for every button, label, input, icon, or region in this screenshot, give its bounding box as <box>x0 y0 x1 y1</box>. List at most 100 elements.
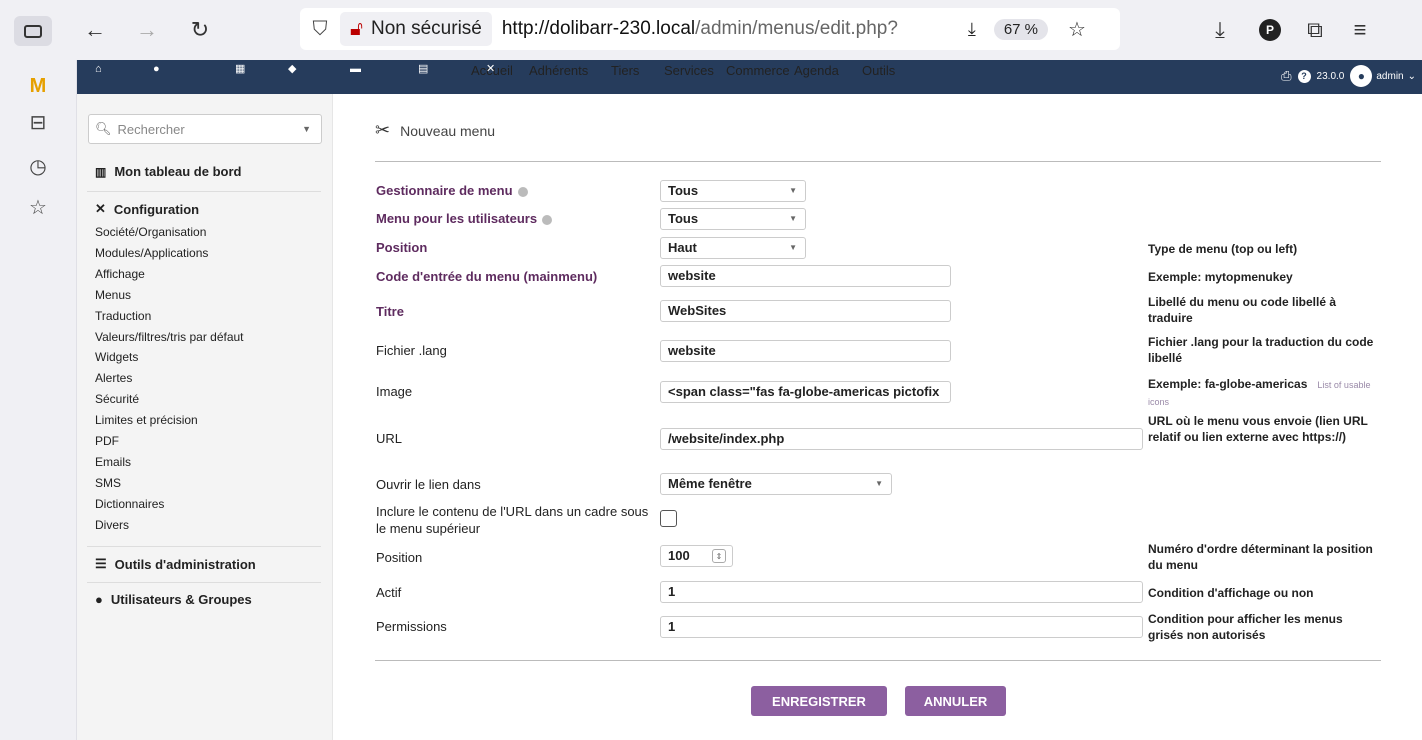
config-submenu-item[interactable]: Alertes <box>95 371 132 385</box>
help-icon[interactable]: ? <box>1297 69 1311 83</box>
config-submenu-item[interactable]: Affichage <box>95 267 145 281</box>
sidebar-toggle-button[interactable] <box>14 16 52 46</box>
open-in-select[interactable]: Même fenêtre ▼ <box>660 473 892 495</box>
permissions-input[interactable]: 1 <box>660 616 1143 638</box>
search-placeholder: Rechercher <box>117 121 185 137</box>
insecure-lock-icon: 🔓︎ <box>350 17 363 40</box>
arrow-left-icon: ← <box>84 17 106 42</box>
shield-icon: ⛉ <box>312 17 328 40</box>
briefcase-icon: ▬ <box>350 63 361 75</box>
config-submenu-item[interactable]: Modules/Applications <box>95 246 208 260</box>
permissions-help: Condition pour afficher les menus grisés… <box>1148 612 1343 642</box>
active-label: Actif <box>376 585 402 600</box>
permissions-label: Permissions <box>376 619 447 634</box>
security-indicator[interactable]: 🔓︎ Non sécurisé <box>340 12 492 46</box>
url-label: URL <box>376 431 403 446</box>
dolibarr-tab-icon[interactable]: M <box>24 72 52 100</box>
topnav-right: ⎙ ? 23.0.0 ● admin ⌄ <box>1281 65 1416 87</box>
config-submenu-item[interactable]: Valeurs/filtres/tris par défaut <box>95 330 244 344</box>
download-icon: ⤓ <box>1215 17 1225 42</box>
menu-users-groups[interactable]: ● Utilisateurs & Groupes <box>95 592 252 607</box>
mainmenu-code-input[interactable]: website <box>660 265 951 287</box>
include-iframe-checkbox[interactable] <box>660 510 677 527</box>
bookmarks-star-icon[interactable]: ☆ <box>24 193 52 221</box>
calendar-icon: ▤ <box>418 63 429 75</box>
menu-for-users-select[interactable]: Tous ▼ <box>660 208 806 230</box>
url-host: http://dolibarr-230.local <box>501 18 696 39</box>
reader-view-icon[interactable]: ⤓ <box>968 19 976 40</box>
menu-divider <box>87 582 321 583</box>
nav-agenda[interactable]: ▤ Agenda <box>418 62 839 78</box>
menu-configuration[interactable]: ✕ Configuration <box>95 201 199 217</box>
url-text: http://dolibarr-230.local/admin/menus/ed… <box>502 18 962 40</box>
address-bar[interactable]: ⛉ 🔓︎ Non sécurisé http://dolibarr-230.lo… <box>300 8 1120 50</box>
lang-file-input[interactable]: website <box>660 340 951 362</box>
config-submenu-item[interactable]: Divers <box>95 518 129 532</box>
position-type-select[interactable]: Haut ▼ <box>660 237 806 259</box>
config-submenu-item[interactable]: Limites et précision <box>95 413 198 427</box>
forward-button[interactable]: → <box>132 15 162 45</box>
history-icon[interactable]: ◷ <box>24 152 52 180</box>
position-type-label: Position <box>376 240 428 255</box>
active-help: Condition d'affichage ou non <box>1148 586 1314 600</box>
synced-tabs-icon[interactable]: ⊟ <box>24 108 52 136</box>
nav-outils[interactable]: ✕ Outils <box>486 62 895 78</box>
config-submenu-item[interactable]: Widgets <box>95 350 138 364</box>
caret-down-icon: ▼ <box>789 243 797 252</box>
config-submenu-item[interactable]: Menus <box>95 288 131 302</box>
info-icon[interactable] <box>542 214 553 225</box>
nav-label: Outils <box>862 63 896 78</box>
nav-label: Services <box>664 63 714 78</box>
config-submenu-item[interactable]: PDF <box>95 434 119 448</box>
nav-accueil[interactable]: ⌂ Accueil <box>95 62 513 78</box>
print-icon[interactable]: ⎙ <box>1281 68 1291 84</box>
nav-label: Adhérents <box>529 63 589 78</box>
title-input[interactable]: WebSites <box>660 300 951 322</box>
nav-commerce[interactable]: ▬ Commerce <box>350 62 790 78</box>
stepper-icon[interactable]: ⇕ <box>712 549 726 563</box>
nav-label: Agenda <box>794 63 839 78</box>
user-icon: ● <box>95 592 103 607</box>
include-iframe-label: Inclure le contenu de l'URL dans un cadr… <box>376 504 649 536</box>
cancel-button[interactable]: ANNULER <box>905 686 1006 716</box>
config-submenu-item[interactable]: Sécurité <box>95 392 139 406</box>
config-submenu-item[interactable]: Dictionnaires <box>95 497 164 511</box>
cube-icon: ◆ <box>288 63 297 75</box>
search-select[interactable]: 🔍︎ Rechercher ▼ <box>88 114 322 144</box>
open-in-label: Ouvrir le lien dans <box>376 477 481 492</box>
nav-adherents[interactable]: ● Adhérents <box>153 62 588 78</box>
config-submenu-item[interactable]: Traduction <box>95 309 151 323</box>
menu-handler-select[interactable]: Tous ▼ <box>660 180 806 202</box>
menu-admin-tools[interactable]: ☰ Outils d'administration <box>95 556 256 572</box>
chevron-down-icon: ⌄ <box>1407 70 1416 82</box>
extensions-button[interactable]: ⧉ <box>1300 15 1330 45</box>
user-name: admin <box>1376 70 1404 82</box>
menu-dashboard[interactable]: ▥ Mon tableau de bord <box>95 164 241 179</box>
form-bottom-divider <box>375 660 1381 661</box>
nav-tiers[interactable]: ▦ Tiers <box>235 62 639 78</box>
app-menu-button[interactable]: ≡ <box>1345 15 1375 45</box>
config-submenu-item[interactable]: SMS <box>95 476 121 490</box>
reload-icon: ↻ <box>190 17 210 42</box>
left-menu: 🔍︎ Rechercher ▼ ▥ Mon tableau de bord ✕ … <box>77 94 333 740</box>
downloads-button[interactable]: ⤓ <box>1205 15 1235 45</box>
reload-button[interactable]: ↻ <box>185 15 215 45</box>
config-submenu-item[interactable]: Société/Organisation <box>95 225 206 239</box>
image-help: Exemple: fa-globe-americas List of usabl… <box>1148 377 1371 407</box>
save-button[interactable]: ENREGISTRER <box>751 686 887 716</box>
zoom-badge[interactable]: 67 % <box>993 18 1049 40</box>
tools-icon: ✂ <box>375 120 391 140</box>
config-submenu-item[interactable]: Emails <box>95 455 131 469</box>
menu-divider <box>87 191 321 192</box>
image-input[interactable]: <span class="fas fa-globe-americas picto… <box>660 381 951 403</box>
profile-button[interactable]: P <box>1255 15 1285 45</box>
order-help: Numéro d'ordre déterminant la position d… <box>1148 542 1373 572</box>
back-button[interactable]: ← <box>80 15 110 45</box>
menu-divider <box>87 546 321 547</box>
nav-services[interactable]: ◆ Services <box>288 62 714 78</box>
active-input[interactable]: 1 <box>660 581 1143 603</box>
info-icon[interactable] <box>517 186 528 197</box>
user-menu[interactable]: ● admin ⌄ <box>1350 65 1416 87</box>
url-input[interactable]: /website/index.php <box>660 428 1143 450</box>
bookmark-star-icon[interactable]: ☆ <box>1068 17 1086 42</box>
